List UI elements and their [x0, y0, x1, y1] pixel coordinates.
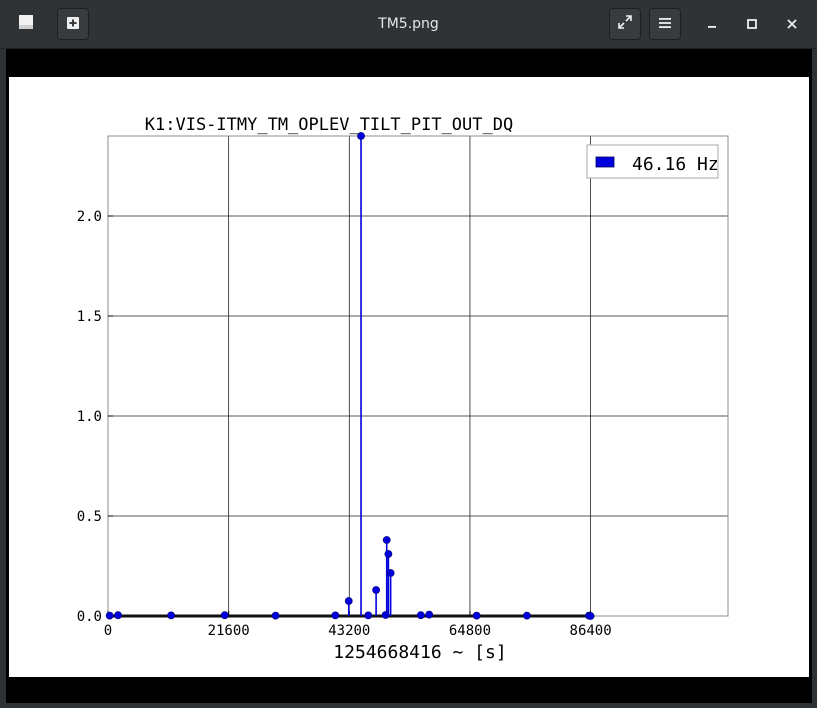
displayed-image: 0 21600 43200 64800 86400 0.0 0.5 1.0 1.5 2.0 K1… [9, 77, 809, 677]
grid [108, 136, 728, 616]
x-tick-label: 21600 [208, 623, 250, 639]
hamburger-menu-icon [658, 15, 672, 34]
data-point [372, 586, 381, 594]
data-point [416, 611, 425, 620]
data-point [523, 611, 531, 620]
maximize-button[interactable] [736, 8, 768, 40]
series-markers [105, 132, 595, 620]
data-point [167, 611, 176, 620]
y-tick-label: 2.0 [77, 209, 102, 225]
data-point [382, 536, 391, 544]
minimize-icon [706, 15, 718, 34]
plot-frame [107, 135, 729, 617]
main-menu-button[interactable] [649, 8, 681, 40]
data-point [586, 612, 595, 620]
data-point [381, 611, 390, 619]
y-tick-label: 0.5 [77, 509, 102, 525]
legend-label: 46.16 Hz [632, 154, 719, 175]
data-point [425, 610, 434, 619]
close-button[interactable] [776, 8, 808, 40]
fullscreen-button[interactable] [609, 8, 641, 40]
x-tick-label: 0 [104, 623, 112, 639]
data-point [386, 569, 395, 577]
stem-plot: 0 21600 43200 64800 86400 0.0 0.5 1.0 1.5 2.0 K1… [77, 115, 729, 663]
close-icon [786, 15, 798, 34]
new-window-icon [66, 15, 80, 34]
y-tick-label: 1.0 [77, 409, 102, 425]
x-axis-label: 1254668416 ~ [s] [333, 642, 506, 663]
chart-title: K1:VIS-ITMY_TM_OPLEV_TILT_PIT_OUT_DQ [145, 115, 513, 135]
data-point [472, 611, 481, 620]
open-image-button[interactable] [10, 8, 42, 40]
x-tick-label: 86400 [570, 623, 612, 639]
image-viewport[interactable]: 0 21600 43200 64800 86400 0.0 0.5 1.0 1.5 2.0 K1… [6, 49, 812, 703]
x-tick-label: 43200 [328, 623, 370, 639]
image-viewer-window: TM5.png 0 21600 43200 64800 86400 0.0 0.… [0, 0, 817, 708]
data-point [271, 611, 280, 620]
x-tick-label: 64800 [449, 623, 491, 639]
maximize-icon [746, 15, 758, 34]
data-point [384, 550, 393, 558]
legend-swatch [595, 156, 615, 168]
y-tick-label: 1.5 [77, 309, 102, 325]
y-tick-label: 0.0 [77, 609, 102, 625]
data-point [331, 611, 340, 620]
window-title: TM5.png [378, 16, 439, 32]
image-open-icon [18, 14, 34, 34]
new-window-button[interactable] [57, 8, 89, 40]
title-bar: TM5.png [0, 0, 817, 49]
fullscreen-icon [617, 14, 633, 34]
legend: 46.16 Hz [586, 144, 719, 179]
minimize-button[interactable] [696, 8, 728, 40]
data-point [105, 611, 114, 620]
data-point [344, 597, 353, 605]
data-point [364, 611, 373, 620]
data-point [114, 611, 122, 620]
data-point [220, 611, 229, 620]
series-stems [108, 136, 590, 616]
